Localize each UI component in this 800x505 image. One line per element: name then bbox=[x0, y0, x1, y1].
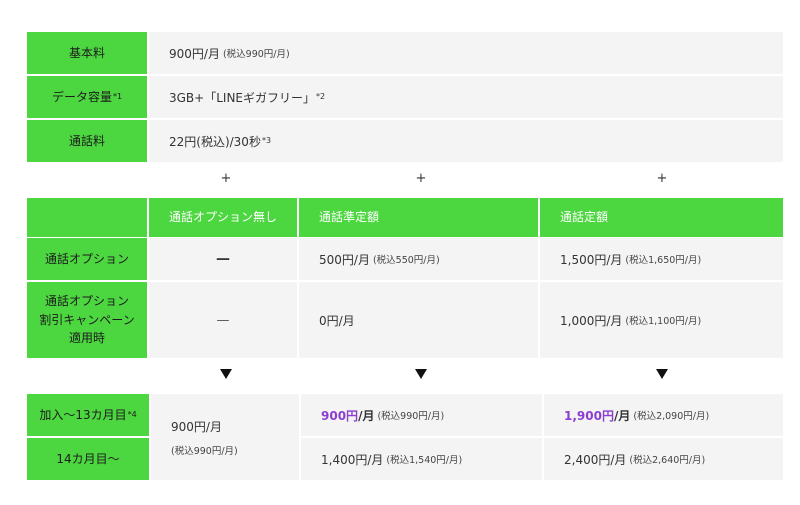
base-label-basic-fee: 基本料 bbox=[27, 32, 149, 74]
base-value-text: 22円(税込)/30秒 bbox=[169, 134, 261, 149]
base-value-tax: (税込990円/月) bbox=[222, 49, 290, 60]
dash-mark: — bbox=[216, 251, 230, 267]
down-triangle-icon bbox=[220, 369, 232, 379]
column-header-text: 通話定額 bbox=[560, 210, 609, 225]
base-row-call-fee: 通話料 22円(税込)/30秒 *3 bbox=[27, 120, 783, 162]
price-text: 900円/月 bbox=[171, 419, 222, 434]
down-triangle-icon bbox=[656, 369, 668, 379]
price-tax: (税込1,540円/月) bbox=[386, 455, 463, 466]
base-value-call-fee: 22円(税込)/30秒 *3 bbox=[149, 120, 783, 162]
base-label-call-fee: 通話料 bbox=[27, 120, 149, 162]
price-text: 2,400円/月 bbox=[564, 452, 627, 467]
base-label-data-capacity: データ容量 *1 bbox=[27, 76, 149, 118]
price-tax: (税込550円/月) bbox=[372, 255, 440, 266]
price-tax: (税込990円/月) bbox=[171, 445, 238, 457]
options-cell-semi-flat: 0円/月 bbox=[299, 282, 540, 358]
dash-mark: — bbox=[216, 312, 230, 328]
base-label-text: 基本料 bbox=[68, 45, 105, 60]
options-label-campaign: 通話オプション 割引キャンペーン 適用時 bbox=[27, 282, 149, 358]
price-tax: (税込2,090円/月) bbox=[633, 411, 710, 422]
row-label-line: 割引キャンペーン bbox=[39, 312, 135, 327]
options-row-call-option: 通話オプション — 500円/月 (税込550円/月) 1,500円/月 (税込… bbox=[27, 238, 783, 280]
price-text: 1,400円/月 bbox=[321, 452, 384, 467]
base-value-data-capacity: 3GB+「LINEギガフリー」 *2 bbox=[149, 76, 783, 118]
row-label-text: 加入〜13カ月目 bbox=[39, 407, 127, 422]
highlight-price: 1,900円 bbox=[564, 408, 614, 423]
row-label-line: 通話オプション bbox=[44, 294, 129, 309]
highlight-price: 900円 bbox=[321, 408, 359, 423]
price-tax: (税込1,650円/月) bbox=[625, 255, 702, 266]
options-header-row: 通話オプション無し 通話準定額 通話定額 bbox=[27, 198, 783, 237]
column-header-text: 通話オプション無し bbox=[169, 210, 278, 225]
plus-icon: + bbox=[220, 171, 232, 186]
pricing-cell-semi-flat-first: 900円/月 (税込990円/月) bbox=[301, 394, 542, 436]
plus-icon: + bbox=[656, 171, 668, 186]
pricing-cell-flat-later: 2,400円/月 (税込2,640円/月) bbox=[544, 438, 783, 480]
price-text: 1,000円/月 bbox=[560, 313, 623, 328]
base-row-basic-fee: 基本料 900円/月 (税込990円/月) bbox=[27, 32, 783, 74]
options-cell-no-option: — bbox=[149, 282, 299, 358]
price-text: 0円/月 bbox=[319, 313, 355, 328]
row-label-line: 適用時 bbox=[68, 331, 105, 346]
options-label-call-option: 通話オプション bbox=[27, 238, 149, 280]
price-tax: (税込990円/月) bbox=[377, 411, 445, 422]
pricing-label-first-13-months: 加入〜13カ月目 *4 bbox=[27, 394, 149, 436]
options-col-no-option: 通話オプション無し bbox=[149, 198, 299, 237]
pricing-cell-flat-first: 1,900円/月 (税込2,090円/月) bbox=[544, 394, 783, 436]
options-col-flat: 通話定額 bbox=[540, 198, 783, 237]
base-value-text: 3GB+「LINEギガフリー」 bbox=[169, 90, 316, 105]
options-cell-flat: 1,500円/月 (税込1,650円/月) bbox=[540, 238, 783, 280]
options-cell-semi-flat: 500円/月 (税込550円/月) bbox=[299, 238, 540, 280]
options-header-corner bbox=[27, 198, 149, 237]
base-label-text: データ容量 bbox=[51, 89, 112, 104]
pricing-cell-semi-flat-later: 1,400円/月 (税込1,540円/月) bbox=[301, 438, 542, 480]
price-tax: (税込1,100円/月) bbox=[625, 316, 702, 327]
options-row-campaign: 通話オプション 割引キャンペーン 適用時 — 0円/月 1,000円/月 (税込… bbox=[27, 282, 783, 358]
price-text: 1,500円/月 bbox=[560, 252, 623, 267]
base-value-text: 900円/月 bbox=[169, 46, 220, 61]
base-label-text: 通話料 bbox=[68, 133, 105, 148]
row-label-text: 通話オプション bbox=[44, 251, 129, 266]
down-triangle-icon bbox=[415, 369, 427, 379]
base-row-data-capacity: データ容量 *1 3GB+「LINEギガフリー」 *2 bbox=[27, 76, 783, 118]
pricing-label-from-14-months: 14カ月目〜 bbox=[27, 438, 149, 480]
column-header-text: 通話準定額 bbox=[319, 210, 380, 225]
price-unit: /月 bbox=[358, 408, 375, 423]
options-cell-flat: 1,000円/月 (税込1,100円/月) bbox=[540, 282, 783, 358]
options-col-semi-flat: 通話準定額 bbox=[299, 198, 540, 237]
price-unit: /月 bbox=[613, 408, 631, 423]
base-value-basic-fee: 900円/月 (税込990円/月) bbox=[149, 32, 783, 74]
pricing-merged-no-option: 900円/月 (税込990円/月) bbox=[151, 394, 299, 480]
plus-icon: + bbox=[415, 171, 427, 186]
row-label-text: 14カ月目〜 bbox=[56, 451, 120, 466]
options-cell-no-option: — bbox=[149, 238, 299, 280]
price-text: 500円/月 bbox=[319, 252, 370, 267]
price-tax: (税込2,640円/月) bbox=[629, 455, 706, 466]
